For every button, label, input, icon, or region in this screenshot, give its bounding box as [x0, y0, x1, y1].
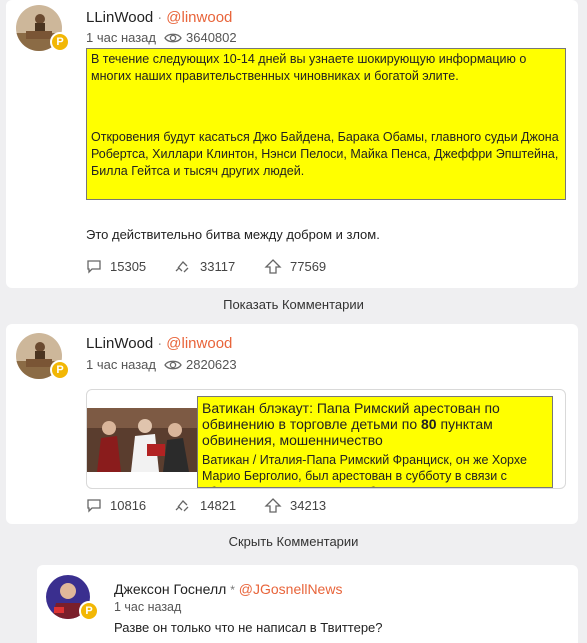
upvote-button[interactable]: 34213 — [264, 498, 326, 513]
link-preview-text: Ватикан блэкаут: Папа Римский арестован … — [197, 396, 553, 488]
author-name[interactable]: LLinWood — [86, 335, 153, 352]
comment-card: P Джексон Госнелл * @JGosnellNews 1 час … — [37, 565, 578, 643]
separator-dot: · — [157, 335, 163, 352]
premium-badge-icon: P — [50, 360, 70, 380]
verified-mark: * — [230, 583, 235, 597]
comment-button[interactable]: 15305 — [86, 259, 174, 274]
post-card: P LLinWood · @linwood 1 час назад 2820623 — [6, 324, 578, 524]
view-count-value: 3640802 — [186, 30, 237, 45]
comment-count: 15305 — [110, 259, 147, 274]
post-actions: 15305 33117 77569 — [86, 259, 326, 274]
repost-count: 33117 — [200, 259, 236, 274]
upvote-icon — [264, 498, 282, 513]
post-author-line: LLinWood · @linwood — [86, 9, 232, 26]
eye-icon — [164, 360, 182, 369]
view-count-value: 2820623 — [186, 357, 237, 372]
separator-dot: · — [157, 9, 163, 26]
show-comments-button[interactable]: Показать Комментарии — [0, 297, 587, 312]
view-count: 2820623 — [164, 357, 237, 372]
post-card: P LLinWood · @linwood 1 час назад 3640802 … — [6, 0, 578, 288]
comment-time: 1 час назад — [114, 600, 182, 614]
repost-icon — [175, 500, 189, 512]
link-preview-image — [87, 408, 197, 472]
link-title: Ватикан блэкаут: Папа Римский арестован … — [198, 397, 552, 448]
repost-count: 14821 — [200, 498, 237, 513]
repost-icon — [175, 261, 189, 273]
premium-badge-icon: P — [50, 32, 70, 52]
highlighted-text: В течение следующих 10-14 дней вы узнает… — [86, 48, 566, 200]
premium-badge-icon: P — [79, 601, 99, 621]
author-name[interactable]: Джексон Госнелл — [114, 581, 226, 597]
post-meta: 1 час назад 2820623 — [86, 357, 237, 372]
hide-comments-button[interactable]: Скрыть Комментарии — [0, 534, 587, 549]
post-meta: 1 час назад 3640802 — [86, 30, 237, 45]
link-description: Ватикан / Италия-Папа Римский Франциск, … — [202, 453, 538, 487]
highlight-paragraph-2: Откровения будут касаться Джо Байдена, Б… — [91, 130, 559, 178]
upvote-button[interactable]: 77569 — [264, 259, 326, 274]
eye-icon — [164, 33, 182, 42]
comment-count: 10816 — [110, 498, 147, 513]
post-text: Это действительно битва между добром и з… — [86, 227, 380, 242]
comment-icon — [87, 499, 101, 513]
author-handle[interactable]: @linwood — [166, 9, 232, 26]
highlight-paragraph-1: В течение следующих 10-14 дней вы узнает… — [91, 52, 527, 83]
author-handle[interactable]: @JGosnellNews — [239, 581, 343, 597]
upvote-icon — [264, 259, 282, 274]
view-count: 3640802 — [164, 30, 237, 45]
author-handle[interactable]: @linwood — [166, 335, 232, 352]
upvote-count: 34213 — [290, 498, 327, 513]
link-preview-card[interactable]: Ватикан блэкаут: Папа Римский арестован … — [86, 389, 566, 489]
post-author-line: LLinWood · @linwood — [86, 335, 232, 352]
post-time: 1 час назад — [86, 357, 156, 372]
comment-author-line: Джексон Госнелл * @JGosnellNews — [114, 581, 342, 597]
comment-text: Разве он только что не написал в Твиттер… — [114, 620, 383, 635]
link-title-number: 80 — [421, 416, 437, 432]
repost-button[interactable]: 33117 — [174, 259, 264, 274]
author-name[interactable]: LLinWood — [86, 9, 153, 26]
post-actions: 10816 14821 34213 — [86, 498, 326, 513]
comment-button[interactable]: 10816 — [86, 498, 174, 513]
comment-icon — [87, 260, 101, 274]
upvote-count: 77569 — [290, 259, 327, 274]
repost-button[interactable]: 14821 — [174, 498, 264, 513]
post-time: 1 час назад — [86, 30, 156, 45]
